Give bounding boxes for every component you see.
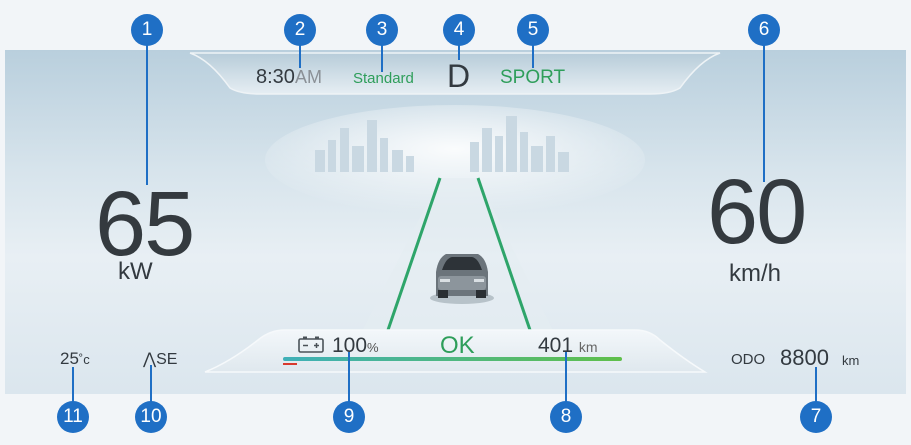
callout-leader-8 — [565, 352, 567, 402]
odometer-label: ODO — [731, 351, 766, 368]
sport-mode-label: SPORT — [500, 67, 566, 88]
range-unit: km — [578, 339, 598, 355]
callout-badge-6: 6 — [748, 14, 780, 46]
speed-value: 60 — [707, 161, 807, 263]
callout-badge-3: 3 — [366, 14, 398, 46]
heading-value: SE — [156, 351, 178, 368]
callout-leader-10 — [150, 365, 152, 403]
speed-unit: km/h — [729, 260, 782, 287]
callout-badge-2: 2 — [284, 14, 316, 46]
remaining-range: 401 km — [538, 334, 598, 358]
car-icon — [430, 254, 494, 304]
outside-temperature: 25˚c — [60, 349, 90, 369]
callout-leader-6 — [763, 42, 765, 182]
temperature-value: 25 — [60, 349, 79, 368]
low-battery-marker — [283, 363, 297, 365]
callout-badge-7: 7 — [800, 401, 832, 433]
gear-indicator: D — [447, 58, 471, 94]
callout-leader-9 — [348, 352, 350, 402]
callout-leader-1 — [146, 42, 148, 185]
callout-leader-11 — [72, 367, 74, 403]
power-unit: kW — [118, 258, 153, 285]
battery-percent-unit: % — [367, 340, 379, 355]
callout-badge-8: 8 — [550, 401, 582, 433]
clock: 8:30AM — [256, 66, 322, 89]
callout-badge-5: 5 — [517, 14, 549, 46]
range-value: 401 — [538, 334, 574, 357]
callout-badge-4: 4 — [443, 14, 475, 46]
instrument-cluster-screen: 8:30AM Standard D SPORT 65 kW 60 km/h 10… — [0, 0, 911, 445]
callout-badge-11: 11 — [57, 401, 89, 433]
callout-badge-1: 1 — [131, 14, 163, 46]
odometer-unit: km — [842, 353, 860, 368]
battery-percent: 100% — [332, 334, 379, 358]
temperature-unit: ˚c — [78, 352, 90, 367]
status-ok: OK — [440, 332, 475, 359]
odometer-value: 8800 — [780, 345, 829, 370]
callout-leader-7 — [815, 367, 817, 403]
compass-heading: ⋀SE — [143, 349, 177, 369]
clock-ampm: AM — [294, 67, 322, 87]
power-value: 65 — [95, 173, 195, 275]
callout-leader-3 — [381, 42, 383, 72]
clock-time: 8:30 — [256, 66, 295, 88]
battery-icon — [298, 336, 324, 353]
callout-badge-10: 10 — [135, 401, 167, 433]
callout-badge-9: 9 — [333, 401, 365, 433]
drive-mode-label: Standard — [353, 70, 414, 87]
